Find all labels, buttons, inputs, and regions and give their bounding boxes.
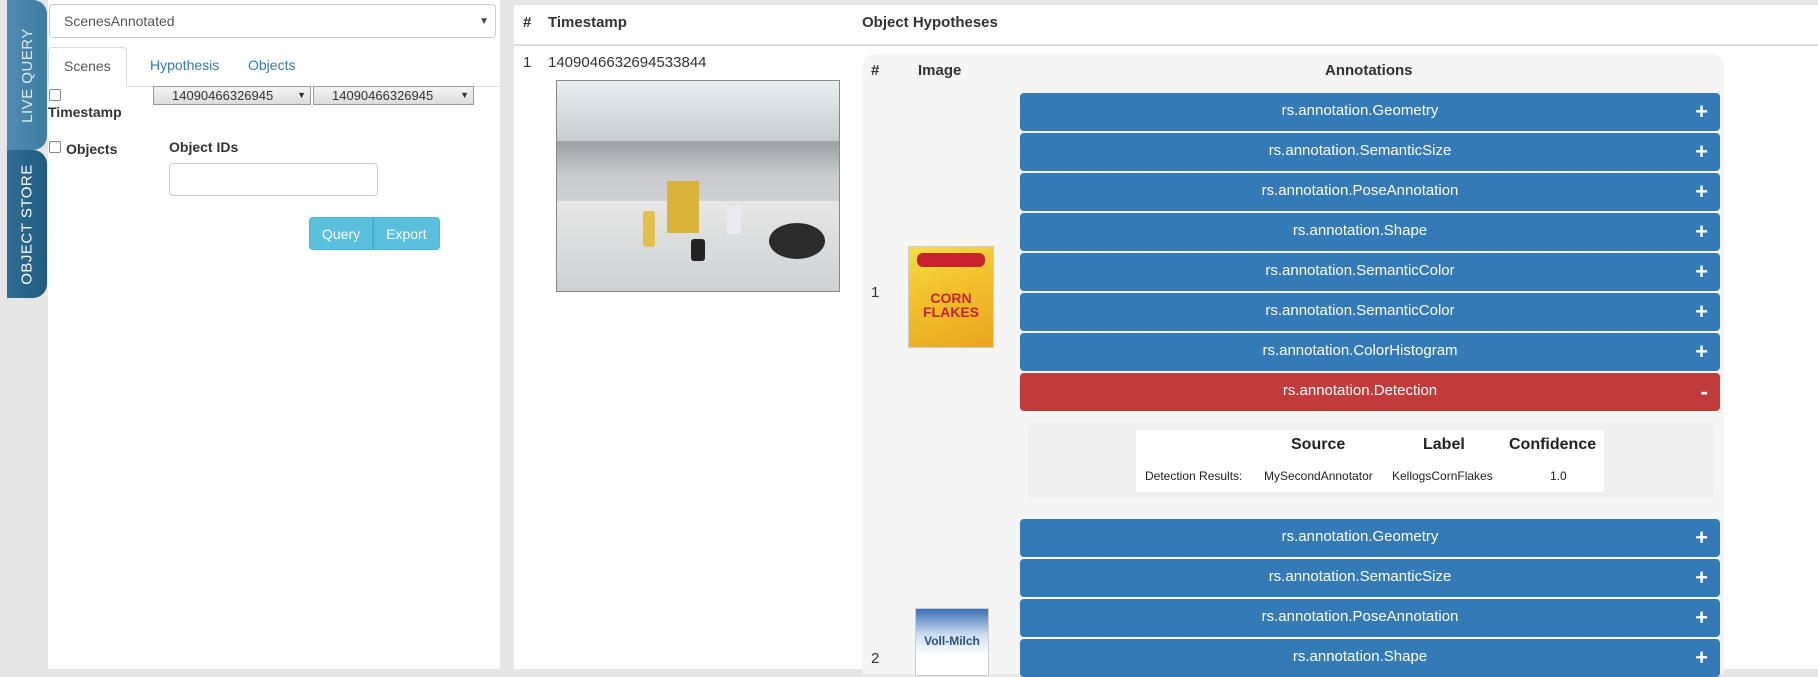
annotation-label: rs.annotation.SemanticSize [1268, 142, 1452, 159]
objects-checkbox[interactable] [49, 141, 61, 153]
scene-image[interactable] [556, 80, 840, 292]
expand-icon: + [1695, 99, 1708, 124]
hyp-1-number: 1 [871, 284, 880, 301]
object-ids-input[interactable] [169, 163, 378, 196]
timestamp-from-select[interactable]: 14090466326945 ▼ [153, 86, 311, 105]
tab-scenes[interactable]: Scenes [48, 47, 127, 87]
annotation-label: rs.annotation.Detection [1282, 382, 1438, 399]
hypotheses-table: # Image Annotations 1 CORN FLAKES rs.ann… [862, 54, 1724, 677]
annotation-label: rs.annotation.Geometry [1281, 528, 1439, 545]
hyp-annotations-header: Annotations [1325, 62, 1413, 79]
annotation-bar[interactable]: rs.annotation.SemanticColor + [1020, 253, 1720, 291]
expand-icon: + [1695, 139, 1708, 164]
hyp-1-thumb-text: CORN FLAKES [923, 290, 979, 320]
hyp-num-header: # [871, 62, 880, 79]
tab-hypothesis[interactable]: Hypothesis [135, 47, 234, 85]
annotation-bar[interactable]: rs.annotation.ColorHistogram + [1020, 333, 1720, 371]
annotation-label: rs.annotation.SemanticColor [1265, 262, 1455, 279]
col-hypotheses-header: Object Hypotheses [862, 14, 998, 31]
export-button[interactable]: Export [373, 217, 440, 250]
expand-icon: + [1695, 299, 1708, 324]
annotation-bar[interactable]: rs.annotation.Geometry + [1020, 93, 1720, 131]
detection-source: MySecondAnnotator [1264, 469, 1373, 483]
collection-select-value: ScenesAnnotated [64, 13, 175, 29]
annotation-bar[interactable]: rs.annotation.SemanticColor + [1020, 293, 1720, 331]
expand-icon: + [1695, 179, 1708, 204]
annotation-label: rs.annotation.ColorHistogram [1262, 342, 1458, 359]
col-timestamp-header: Timestamp [548, 14, 627, 31]
annotation-label: rs.annotation.Shape [1292, 222, 1428, 239]
live-query-tab-label: LIVE QUERY [18, 27, 36, 123]
timestamp-checkbox[interactable] [49, 89, 61, 101]
detection-row-label: Detection Results: [1145, 469, 1243, 483]
annotation-label: rs.annotation.PoseAnnotation [1261, 608, 1459, 625]
live-query-tab[interactable]: LIVE QUERY [7, 0, 47, 150]
query-tabs: Scenes Hypothesis Objects [48, 47, 500, 87]
expand-icon: + [1695, 339, 1708, 364]
detection-source-header: Source [1291, 436, 1346, 453]
hyp-2-number: 2 [871, 650, 880, 667]
collection-select[interactable]: ScenesAnnotated ▼ [49, 4, 496, 38]
hyp-2-thumbnail[interactable]: Voll-Milch [915, 608, 989, 676]
detection-table: Source Label Confidence Detection Result… [1136, 430, 1604, 492]
row-number: 1 [523, 54, 532, 71]
query-button[interactable]: Query [309, 217, 374, 250]
detection-label-header: Label [1423, 436, 1465, 453]
expand-icon: + [1695, 565, 1708, 590]
object-store-tab[interactable]: OBJECT STORE [7, 150, 47, 298]
detection-details: Source Label Confidence Detection Result… [1028, 423, 1714, 499]
action-buttons: Query Export [309, 217, 440, 250]
detection-confidence-header: Confidence [1509, 436, 1597, 453]
chevron-down-icon: ▼ [479, 16, 489, 27]
timestamp-label: Timestamp [48, 104, 122, 120]
hyp-image-header: Image [918, 62, 962, 79]
row-timestamp: 1409046632694533844 [548, 54, 707, 71]
results-panel: # Timestamp Object Hypotheses 1 14090466… [514, 5, 1818, 677]
annotation-bar[interactable]: rs.annotation.Shape + [1020, 213, 1720, 251]
annotation-bar[interactable]: rs.annotation.PoseAnnotation + [1020, 599, 1720, 637]
expand-icon: + [1695, 259, 1708, 284]
annotation-label: rs.annotation.SemanticColor [1265, 302, 1455, 319]
chevron-down-icon: ▼ [460, 90, 469, 100]
timestamp-to-select[interactable]: 14090466326945 ▼ [313, 86, 474, 105]
expand-icon: + [1695, 605, 1708, 630]
annotation-bar[interactable]: rs.annotation.PoseAnnotation + [1020, 173, 1720, 211]
annotation-label: rs.annotation.PoseAnnotation [1261, 182, 1459, 199]
object-store-tab-label: OBJECT STORE [18, 163, 36, 285]
col-num-header: # [523, 14, 532, 31]
tab-objects[interactable]: Objects [233, 47, 310, 85]
timestamp-from-value: 14090466326945 [172, 88, 274, 103]
annotation-bar[interactable]: rs.annotation.SemanticSize + [1020, 559, 1720, 597]
expand-icon: + [1695, 219, 1708, 244]
objects-label: Objects [66, 141, 118, 157]
annotation-label: rs.annotation.Geometry [1281, 102, 1439, 119]
annotation-bar-detection[interactable]: rs.annotation.Detection - [1020, 373, 1720, 411]
chevron-down-icon: ▼ [297, 90, 306, 100]
hyp-1-thumbnail[interactable]: CORN FLAKES [908, 246, 994, 348]
detection-confidence: 1.0 [1550, 469, 1567, 483]
query-panel: ScenesAnnotated ▼ Scenes Hypothesis Obje… [48, 0, 500, 669]
expand-icon: + [1695, 645, 1708, 670]
results-header: # Timestamp Object Hypotheses [514, 5, 1818, 46]
annotation-label: rs.annotation.Shape [1292, 648, 1428, 665]
object-ids-label: Object IDs [169, 139, 239, 155]
annotation-bar[interactable]: rs.annotation.SemanticSize + [1020, 133, 1720, 171]
annotation-bar[interactable]: rs.annotation.Geometry + [1020, 519, 1720, 557]
expand-icon: + [1695, 525, 1708, 550]
annotation-label: rs.annotation.SemanticSize [1268, 568, 1452, 585]
collapse-icon: - [1700, 379, 1708, 404]
annotation-bar[interactable]: rs.annotation.Shape + [1020, 639, 1720, 677]
timestamp-to-value: 14090466326945 [332, 88, 434, 103]
hyp-2-thumb-text: Voll-Milch [924, 634, 980, 648]
detection-label: KellogsCornFlakes [1392, 469, 1493, 483]
